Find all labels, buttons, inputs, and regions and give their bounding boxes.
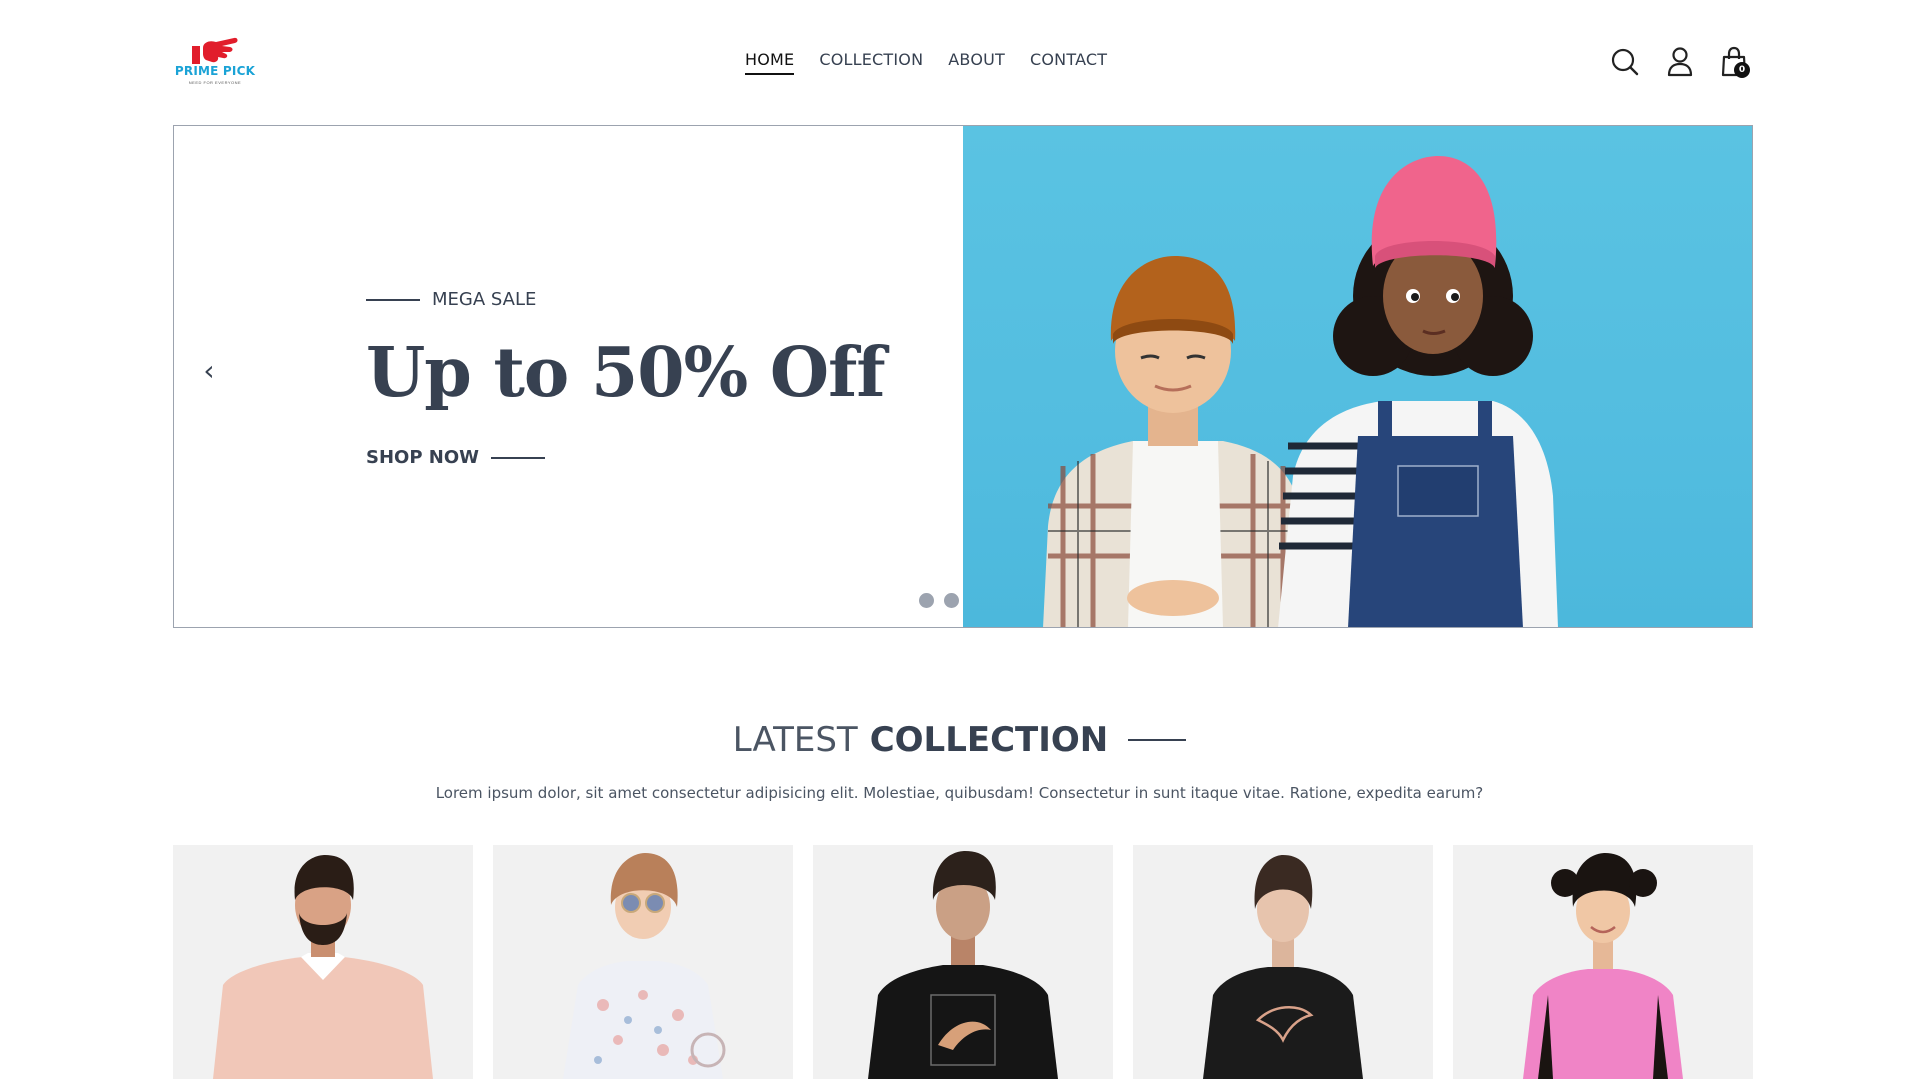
brand-name: PRIME PICK — [174, 64, 256, 78]
hero-image: › — [963, 126, 1752, 627]
main-nav: HOME COLLECTION ABOUT CONTACT — [745, 50, 1107, 75]
nav-link-collection[interactable]: COLLECTION — [819, 50, 923, 75]
carousel-dot-1[interactable] — [919, 593, 934, 608]
girl-photo — [1278, 156, 1558, 627]
section-description: Lorem ipsum dolor, sit amet consectetur … — [435, 784, 1484, 802]
hero-eyebrow: MEGA SALE — [366, 289, 536, 310]
shop-now-label: SHOP NOW — [366, 447, 480, 468]
eyebrow-text: MEGA SALE — [432, 289, 537, 310]
brand-logo[interactable]: PRIME PICK NEED FOR EVERYONE — [172, 34, 258, 90]
section-title-light: LATEST — [732, 720, 858, 760]
product-image — [1523, 853, 1683, 1079]
product-image — [1203, 855, 1363, 1079]
hero-text-panel: ‹ MEGA SALE Up to 50% Off SHOP NOW — [174, 126, 1009, 627]
product-card[interactable] — [813, 845, 1113, 1079]
product-card[interactable] — [173, 845, 473, 1079]
eyebrow-line — [366, 298, 420, 301]
brand-tagline: NEED FOR EVERYONE — [188, 80, 242, 85]
hero-headline: Up to 50% Off — [366, 333, 886, 413]
nav-link-home[interactable]: HOME — [745, 50, 795, 75]
section-title: LATEST COLLECTION — [0, 720, 1919, 760]
product-image — [868, 851, 1058, 1079]
cart-count-badge: 0 — [1734, 62, 1750, 78]
shop-now-link[interactable]: SHOP NOW — [366, 447, 546, 468]
product-card[interactable] — [493, 845, 793, 1079]
cart-icon[interactable]: 0 — [1720, 46, 1750, 83]
product-image — [563, 853, 726, 1079]
nav-link-about[interactable]: ABOUT — [948, 50, 1005, 75]
shop-now-line — [491, 456, 546, 459]
hero-banner: ‹ MEGA SALE Up to 50% Off SHOP NOW — [173, 125, 1753, 628]
user-icon[interactable] — [1666, 46, 1694, 83]
product-image — [213, 855, 433, 1079]
section-title-line — [1128, 739, 1187, 741]
product-card[interactable] — [1453, 845, 1753, 1079]
site-header: PRIME PICK NEED FOR EVERYONE HOME COLLEC… — [0, 0, 1919, 125]
pointing-hand-icon — [192, 37, 238, 64]
carousel-prev-button[interactable]: ‹ — [201, 356, 217, 386]
search-icon[interactable] — [1610, 46, 1640, 83]
nav-link-contact[interactable]: CONTACT — [1030, 50, 1107, 75]
product-card[interactable] — [1133, 845, 1433, 1079]
carousel-dot-2[interactable] — [944, 593, 959, 608]
product-grid — [173, 845, 1753, 1079]
section-title-bold: COLLECTION — [869, 720, 1109, 760]
